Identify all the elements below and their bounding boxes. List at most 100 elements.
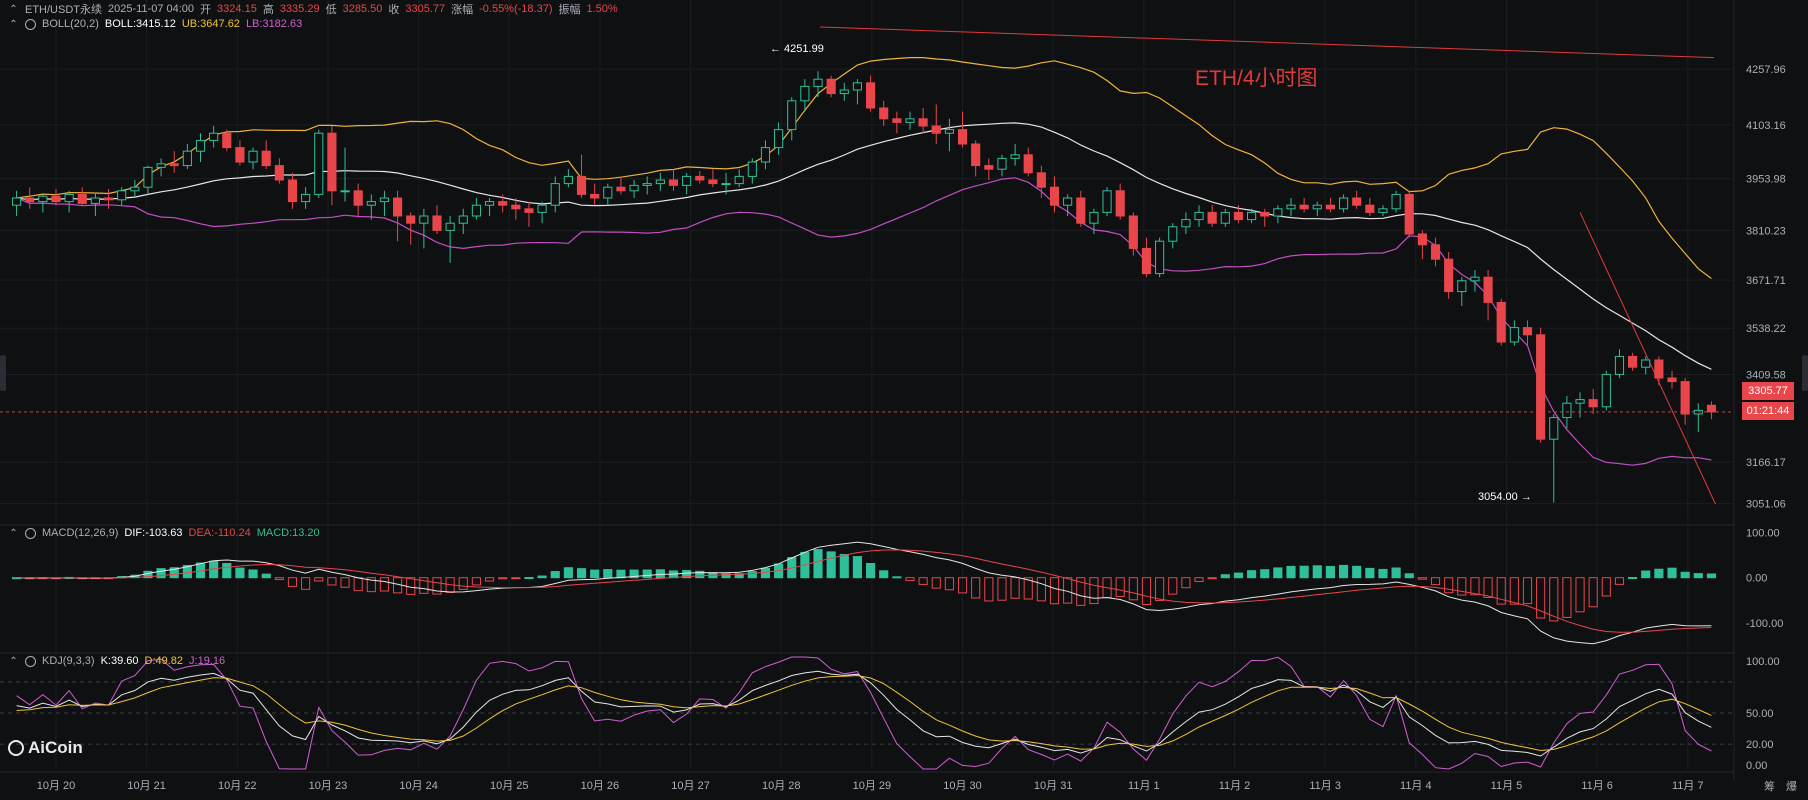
macd-histogram-bar xyxy=(1155,577,1165,602)
x-tick-label: 10月 22 xyxy=(218,780,257,792)
macd-histogram-bar xyxy=(1417,577,1427,580)
candle-body xyxy=(301,193,311,203)
y-tick-label: 3538.22 xyxy=(1746,323,1786,335)
macd-histogram-bar xyxy=(1036,577,1046,602)
candle-body xyxy=(1115,190,1125,217)
visibility-eye-icon[interactable] xyxy=(25,527,36,539)
collapse-chevron-icon[interactable]: ⌃ xyxy=(8,19,19,30)
x-tick-label: 11月 7 xyxy=(1672,780,1704,792)
macd-histogram-bar xyxy=(1233,572,1244,579)
candle-body xyxy=(432,215,442,231)
macd-histogram-bar xyxy=(576,568,587,579)
candle-body xyxy=(90,197,100,204)
candle-body xyxy=(222,132,232,149)
candle-body xyxy=(1194,211,1204,221)
candle-body xyxy=(1141,247,1152,275)
amplitude-value: 1.50% xyxy=(586,3,618,15)
x-tick-label: 10月 30 xyxy=(943,780,982,792)
macd-histogram-bar xyxy=(813,549,823,579)
macd-histogram-bar xyxy=(642,569,652,579)
candle-body xyxy=(419,215,429,224)
macd-histogram-bar xyxy=(747,571,757,579)
low-price-marker: 3054.00 → xyxy=(1478,491,1532,503)
high-label: 高 xyxy=(262,4,274,16)
macd-histogram-bar xyxy=(314,577,324,582)
macd-histogram-bar xyxy=(1444,577,1454,594)
candle-body xyxy=(1155,240,1165,275)
macd-histogram-bar xyxy=(997,577,1007,601)
candle-body xyxy=(130,186,140,192)
x-tick-label: 10月 24 xyxy=(399,780,438,792)
macd-histogram-bar xyxy=(340,577,350,588)
candle-body xyxy=(274,165,284,181)
candle-body xyxy=(1391,193,1401,210)
boll-ub-value: UB:3647.62 xyxy=(181,18,240,30)
candle-body xyxy=(143,166,153,188)
candle-body xyxy=(182,150,192,167)
collapse-chevron-icon[interactable]: ⌃ xyxy=(8,528,19,539)
macd-histogram-bar xyxy=(879,570,889,579)
candle-body xyxy=(1667,377,1677,383)
candle-body xyxy=(1378,208,1388,213)
macd-histogram-bar xyxy=(971,577,981,599)
candle-body xyxy=(1260,211,1270,217)
macd-histogram-bar xyxy=(484,577,495,582)
collapse-chevron-icon[interactable]: ⌃ xyxy=(8,4,19,15)
candle-body xyxy=(1549,417,1559,440)
candle-body xyxy=(668,179,679,186)
high-price-marker: ← 4251.99 xyxy=(770,43,824,55)
candle-body xyxy=(1575,399,1585,404)
candle-body xyxy=(1076,197,1086,224)
candle-body xyxy=(642,183,652,186)
y-tick-label: 3810.23 xyxy=(1746,225,1786,237)
visibility-eye-icon[interactable] xyxy=(25,655,36,667)
candle-body xyxy=(511,204,521,210)
boll-label: BOLL(20,2) xyxy=(42,18,99,30)
macd-y-tick-label: -100.00 xyxy=(1746,618,1783,630)
macd-dea-line xyxy=(16,549,1712,633)
macd-histogram-bar xyxy=(1338,564,1349,579)
macd-histogram-bar xyxy=(603,569,613,579)
chart-canvas[interactable]: 10月 20 10月 21 10月 22 10月 23 10月 24 10月 25 10月 … xyxy=(0,0,1808,800)
candle-body xyxy=(787,100,797,131)
collapse-chevron-icon[interactable]: ⌃ xyxy=(8,656,19,667)
candle-body xyxy=(1430,244,1441,260)
boll-header: ⌃ BOLL(20,2) BOLL:3415.12 UB:3647.62 LB:… xyxy=(8,18,302,30)
candle-body xyxy=(327,132,337,192)
chips-button[interactable]: 筹 xyxy=(1764,778,1775,794)
candle-body xyxy=(1496,301,1506,343)
kdj-header: ⌃ KDJ(9,3,3) K:39.60 D:49.82 J:19.16 xyxy=(8,655,225,667)
visibility-eye-icon[interactable] xyxy=(25,18,36,30)
candle-body xyxy=(629,184,639,192)
candle-body xyxy=(340,190,350,193)
candle-body xyxy=(25,197,35,203)
countdown-tag: 01:21:44 xyxy=(1742,402,1794,420)
kdj-y-tick-label: 100.00 xyxy=(1746,656,1780,668)
boll-mid-value: BOLL:3415.12 xyxy=(104,18,176,30)
macd-histogram-bar xyxy=(1220,574,1230,579)
macd-histogram-bar xyxy=(1628,576,1638,579)
aicoin-logo: AiCoin xyxy=(8,738,83,758)
candle-body xyxy=(484,201,495,206)
macd-histogram-bar xyxy=(1168,577,1178,595)
macd-histogram-bar xyxy=(984,577,994,602)
close-value: 3305.77 xyxy=(405,3,446,15)
left-panel-handle[interactable] xyxy=(0,355,6,391)
candle-body xyxy=(406,215,416,224)
macd-histogram-bar xyxy=(1641,570,1651,579)
macd-histogram-bar xyxy=(1654,568,1664,579)
macd-histogram-bar xyxy=(1365,567,1375,579)
macd-histogram-bar xyxy=(1391,567,1401,579)
liquidation-button[interactable]: 爆 xyxy=(1786,778,1797,794)
x-tick-label: 10月 21 xyxy=(127,780,166,792)
candle-body xyxy=(1036,172,1046,188)
macd-histogram-bar xyxy=(498,577,508,580)
current-price-tag: 3305.77 xyxy=(1742,382,1794,400)
candle-body xyxy=(38,195,48,203)
right-panel-handle[interactable] xyxy=(1802,355,1808,391)
macd-dif-line xyxy=(16,541,1712,645)
macd-histogram-bar xyxy=(1483,577,1493,598)
candle-body xyxy=(1483,276,1493,303)
y-tick-label: 4257.96 xyxy=(1746,64,1786,76)
candle-body xyxy=(1181,219,1191,228)
